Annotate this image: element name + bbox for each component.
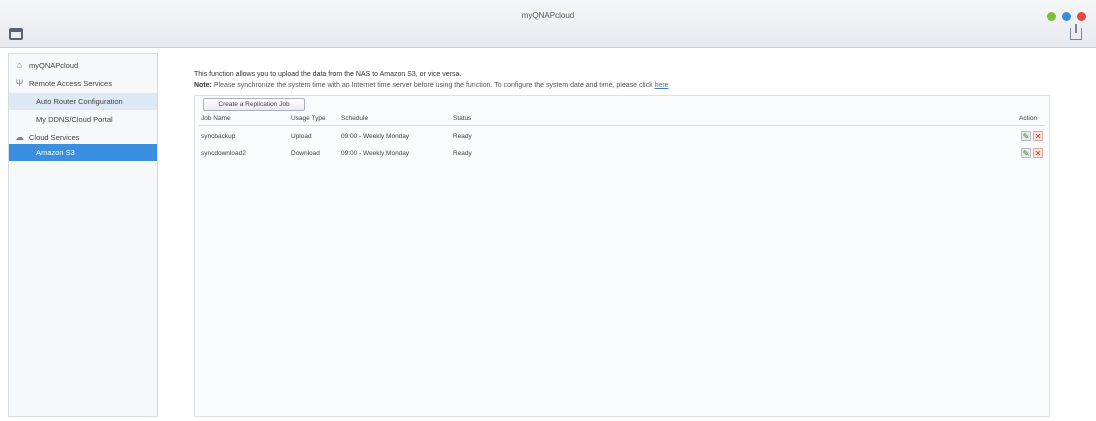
note-here-link[interactable]: here	[655, 82, 669, 89]
column-header-schedule[interactable]: Schedule	[341, 115, 368, 122]
edit-icon[interactable]: ✎	[1021, 148, 1031, 158]
sidebar-item-amazon-s3[interactable]: Amazon S3	[9, 144, 157, 161]
minimize-button[interactable]	[1047, 12, 1056, 21]
intro-text: This function allows you to upload the d…	[194, 71, 462, 78]
sidebar-item-label: Amazon S3	[36, 148, 75, 157]
router-icon: Ψ	[15, 78, 24, 88]
sidebar-item-label: My DDNS/Cloud Portal	[36, 115, 113, 124]
main-content: This function allows you to upload the d…	[194, 68, 1050, 417]
window-title: myQNAPcloud	[521, 11, 575, 20]
job-name-cell: syncbackup	[201, 133, 236, 140]
delete-icon[interactable]: ✕	[1033, 148, 1043, 158]
usage-type-cell: Upload	[291, 133, 312, 140]
export-icon[interactable]	[1070, 24, 1082, 40]
sidebar-item-label: myQNAPcloud	[29, 61, 79, 70]
usage-type-cell: Download	[291, 150, 320, 157]
schedule-cell: 09:00 - Weekly Monday	[341, 150, 410, 157]
header-divider	[199, 125, 1045, 126]
column-header-usage-type[interactable]: Usage Type	[291, 115, 326, 122]
replication-job-panel: Create a Replication Job Job Name Usage …	[194, 95, 1050, 417]
sidebar-item-ddns-cloud-portal[interactable]: My DDNS/Cloud Portal	[9, 111, 157, 128]
table-row[interactable]: syncdownload2 Download 09:00 - Weekly Mo…	[199, 146, 1045, 162]
sidebar-item-auto-router-configuration[interactable]: Auto Router Configuration	[9, 93, 157, 110]
edit-icon[interactable]: ✎	[1021, 131, 1031, 141]
job-name-cell: syncdownload2	[201, 150, 246, 157]
schedule-cell: 09:00 - Weekly Monday	[341, 133, 410, 140]
sidebar: ⌂ myQNAPcloud Ψ Remote Access Services A…	[8, 53, 158, 417]
status-cell: Ready	[453, 133, 472, 140]
note-body: Please synchronize the system time with …	[213, 82, 653, 89]
title-bar: myQNAPcloud	[0, 0, 1096, 48]
note-prefix: Note:	[194, 82, 212, 89]
home-icon: ⌂	[16, 60, 23, 70]
maximize-button[interactable]	[1062, 12, 1071, 21]
delete-icon[interactable]: ✕	[1033, 131, 1043, 141]
column-header-job-name[interactable]: Job Name	[201, 115, 231, 122]
cloud-icon: ☁	[15, 132, 24, 142]
sidebar-item-label: Remote Access Services	[29, 79, 112, 88]
create-replication-job-button[interactable]: Create a Replication Job	[203, 98, 305, 111]
sidebar-item-label: Auto Router Configuration	[36, 97, 123, 106]
app-window-icon[interactable]	[9, 28, 23, 40]
sidebar-item-myqnapcloud[interactable]: ⌂ myQNAPcloud	[9, 57, 157, 74]
table-row[interactable]: syncbackup Upload 09:00 - Weekly Monday …	[199, 129, 1045, 145]
column-header-status[interactable]: Status	[453, 115, 471, 122]
status-cell: Ready	[453, 150, 472, 157]
column-header-action: Action	[1019, 115, 1038, 122]
close-button[interactable]	[1077, 12, 1086, 21]
note-text: Note: Please synchronize the system time…	[194, 82, 669, 89]
sidebar-item-remote-access-services[interactable]: Ψ Remote Access Services	[9, 75, 157, 92]
